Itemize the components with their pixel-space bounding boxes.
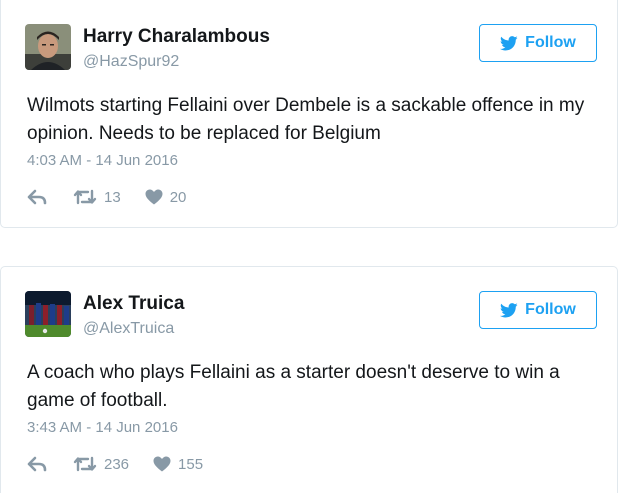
heart-icon — [145, 189, 163, 205]
avatar[interactable] — [25, 24, 71, 70]
retweet-button[interactable]: 236 — [73, 456, 129, 473]
heart-icon — [153, 456, 171, 472]
retweet-count: 13 — [104, 188, 121, 206]
avatar[interactable] — [25, 291, 71, 337]
twitter-bird-icon — [500, 302, 518, 317]
retweet-icon — [73, 189, 97, 205]
user-handle[interactable]: @AlexTruica — [83, 320, 174, 338]
tweet-timestamp[interactable]: 4:03 AM - 14 Jun 2016 — [27, 152, 178, 169]
follow-label: Follow — [525, 301, 576, 318]
twitter-bird-icon — [500, 35, 518, 50]
tweet-actions: 236 155 — [27, 453, 203, 475]
user-name[interactable]: Harry Charalambous — [83, 26, 270, 48]
reply-icon — [27, 189, 47, 205]
follow-label: Follow — [525, 34, 576, 51]
like-count: 155 — [178, 455, 204, 473]
tweet-timestamp[interactable]: 3:43 AM - 14 Jun 2016 — [27, 419, 178, 436]
reply-button[interactable] — [27, 189, 47, 205]
user-name[interactable]: Alex Truica — [83, 293, 184, 315]
like-button[interactable]: 20 — [145, 188, 187, 206]
follow-button[interactable]: Follow — [479, 291, 597, 329]
like-button[interactable]: 155 — [153, 456, 203, 473]
like-count: 20 — [169, 188, 187, 206]
retweet-icon — [73, 456, 97, 472]
tweet-card: Harry Charalambous @HazSpur92 Follow Wil… — [0, 0, 618, 228]
follow-button[interactable]: Follow — [479, 24, 597, 62]
retweet-count: 236 — [104, 455, 130, 473]
reply-icon — [27, 456, 47, 472]
tweet-actions: 13 20 — [27, 186, 186, 208]
tweet-card: Alex Truica @AlexTruica Follow A coach w… — [0, 266, 618, 493]
retweet-button[interactable]: 13 — [73, 189, 121, 206]
tweet-text: A coach who plays Fellaini as a starter … — [27, 362, 560, 411]
user-handle[interactable]: @HazSpur92 — [83, 53, 179, 71]
tweet-text: Wilmots starting Fellaini over Dembele i… — [27, 95, 585, 144]
reply-button[interactable] — [27, 456, 47, 472]
